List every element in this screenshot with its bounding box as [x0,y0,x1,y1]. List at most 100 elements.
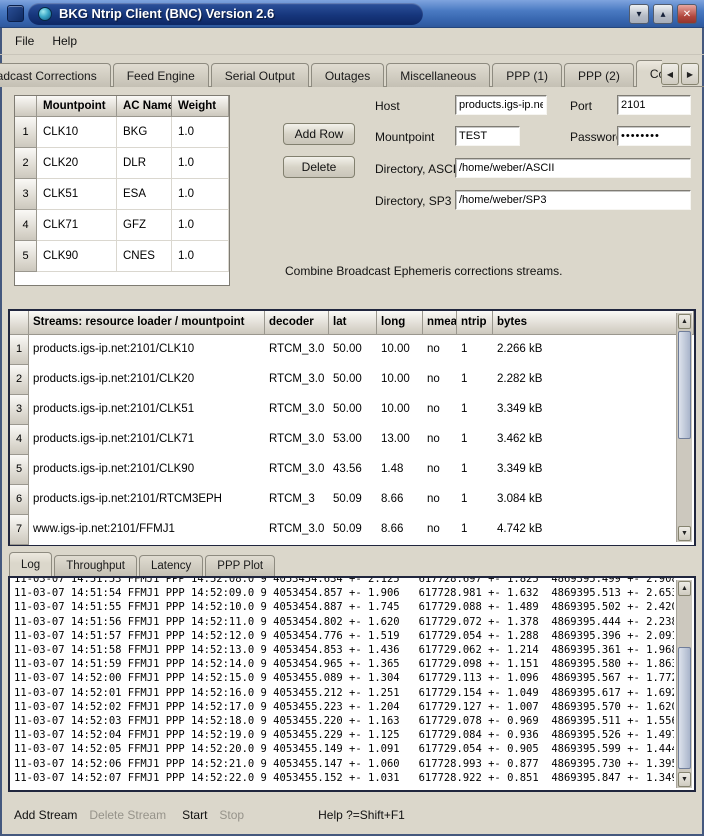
stream-row-number[interactable]: 4 [10,425,29,455]
titlebar[interactable]: BKG Ntrip Client (BNC) Version 2.6 ▾ ▴ ✕ [0,0,704,28]
ac-name-cell[interactable]: BKG [117,117,172,148]
combination-table-row: 1 CLK10 BKG 1.0 [15,117,229,148]
stream-row[interactable]: 1 products.igs-ip.net:2101/CLK10 RTCM_3.… [10,335,694,365]
tab-ppp-plot[interactable]: PPP Plot [205,555,275,576]
add-row-button[interactable]: Add Row [283,123,355,145]
row-number[interactable]: 2 [15,148,37,179]
streams-scrollbar[interactable]: ▲ ▼ [676,313,692,542]
stop-button[interactable]: Stop [219,806,244,824]
tab-serial-output[interactable]: Serial Output [211,63,309,87]
scroll-up-icon[interactable]: ▲ [678,314,691,329]
stream-row[interactable]: 7 www.igs-ip.net:2101/FFMJ1 RTCM_3.0 50.… [10,515,694,545]
tab-log[interactable]: Log [9,552,52,576]
header-streams-source: Streams: resource loader / mountpoint [29,311,265,335]
stream-row[interactable]: 5 products.igs-ip.net:2101/CLK90 RTCM_3.… [10,455,694,485]
help-button[interactable]: Help ?=Shift+F1 [318,806,405,824]
tab-ppp-1[interactable]: PPP (1) [492,63,562,87]
stream-ntrip: 1 [457,455,493,485]
stream-lat: 50.09 [329,485,377,515]
add-stream-button[interactable]: Add Stream [14,806,77,824]
scroll-up-icon[interactable]: ▲ [678,581,691,596]
stream-decoder: RTCM_3.0 [265,365,329,395]
tab-outages[interactable]: Outages [311,63,384,87]
ac-name-cell[interactable]: GFZ [117,210,172,241]
mountpoint-cell[interactable]: CLK20 [37,148,117,179]
stream-row[interactable]: 3 products.igs-ip.net:2101/CLK51 RTCM_3.… [10,395,694,425]
stream-source: products.igs-ip.net:2101/CLK90 [29,455,265,485]
weight-cell[interactable]: 1.0 [172,210,229,241]
password-input[interactable] [617,126,691,146]
weight-cell[interactable]: 1.0 [172,148,229,179]
row-number[interactable]: 3 [15,179,37,210]
maximize-button[interactable]: ▴ [653,4,673,24]
log-output[interactable]: 11-03-07 14:51:53 FFMJ1 PPP 14:52:08.0 9… [8,576,696,792]
minimize-button[interactable]: ▾ [629,4,649,24]
menu-help[interactable]: Help [43,30,86,52]
stream-row-number[interactable]: 3 [10,395,29,425]
close-button[interactable]: ✕ [677,4,697,24]
delete-stream-button[interactable]: Delete Stream [89,806,166,824]
host-input[interactable] [455,95,547,115]
tab-scroll-right-icon[interactable]: ▶ [681,63,699,85]
stream-ntrip: 1 [457,485,493,515]
stream-ntrip: 1 [457,335,493,365]
stream-nmea: no [423,395,457,425]
weight-cell[interactable]: 1.0 [172,179,229,210]
stream-lat: 50.00 [329,365,377,395]
stream-row-number[interactable]: 6 [10,485,29,515]
scrollbar-thumb[interactable] [678,331,691,439]
tab-throughput[interactable]: Throughput [54,555,137,576]
tab-latency[interactable]: Latency [139,555,203,576]
window-menu-icon[interactable] [7,5,24,22]
scroll-down-icon[interactable]: ▼ [678,526,691,541]
row-number[interactable]: 4 [15,210,37,241]
directory-ascii-input[interactable] [455,158,691,178]
stream-nmea: no [423,425,457,455]
log-scrollbar[interactable]: ▲ ▼ [676,580,692,788]
tab-scroll-buttons: ◀ ▶ [661,63,699,85]
ac-name-cell[interactable]: CNES [117,241,172,272]
row-number[interactable]: 5 [15,241,37,272]
stream-row-number[interactable]: 5 [10,455,29,485]
row-number[interactable]: 1 [15,117,37,148]
streams-table-header: Streams: resource loader / mountpoint de… [10,311,694,335]
menu-file[interactable]: File [6,30,43,52]
tab-broadcast-corrections[interactable]: Broadcast Corrections [0,63,111,87]
tab-miscellaneous[interactable]: Miscellaneous [386,63,490,87]
header-long: long [377,311,423,335]
stream-row[interactable]: 6 products.igs-ip.net:2101/RTCM3EPH RTCM… [10,485,694,515]
header-ac-name: AC Name [117,96,172,117]
stream-source: products.igs-ip.net:2101/CLK71 [29,425,265,455]
mountpoint-cell[interactable]: CLK90 [37,241,117,272]
port-input[interactable] [617,95,691,115]
ac-name-cell[interactable]: DLR [117,148,172,179]
log-line: 11-03-07 14:51:56 FFMJ1 PPP 14:52:11.0 9… [14,615,674,629]
scroll-down-icon[interactable]: ▼ [678,772,691,787]
tabbar: Broadcast Corrections Feed Engine Serial… [0,55,704,87]
stream-decoder: RTCM_3.0 [265,515,329,545]
tab-ppp-2[interactable]: PPP (2) [564,63,634,87]
stream-row[interactable]: 4 products.igs-ip.net:2101/CLK71 RTCM_3.… [10,425,694,455]
stream-row-number[interactable]: 1 [10,335,29,365]
tab-strip: Broadcast Corrections Feed Engine Serial… [0,55,662,87]
stream-row[interactable]: 2 products.igs-ip.net:2101/CLK20 RTCM_3.… [10,365,694,395]
log-line: 11-03-07 14:52:01 FFMJ1 PPP 14:52:16.0 9… [14,686,674,700]
mountpoint-input[interactable] [455,126,520,146]
ac-name-cell[interactable]: ESA [117,179,172,210]
mountpoint-cell[interactable]: CLK51 [37,179,117,210]
start-button[interactable]: Start [182,806,207,824]
weight-cell[interactable]: 1.0 [172,241,229,272]
stream-row-number[interactable]: 7 [10,515,29,545]
weight-cell[interactable]: 1.0 [172,117,229,148]
stream-row-number[interactable]: 2 [10,365,29,395]
tab-combination[interactable]: Combination [636,60,662,87]
streams-corner [10,311,29,335]
delete-button[interactable]: Delete [283,156,355,178]
header-mountpoint: Mountpoint [37,96,117,117]
tab-feed-engine[interactable]: Feed Engine [113,63,209,87]
mountpoint-cell[interactable]: CLK71 [37,210,117,241]
scrollbar-thumb[interactable] [678,647,691,769]
tab-scroll-left-icon[interactable]: ◀ [661,63,679,85]
mountpoint-cell[interactable]: CLK10 [37,117,117,148]
directory-sp3-input[interactable] [455,190,691,210]
